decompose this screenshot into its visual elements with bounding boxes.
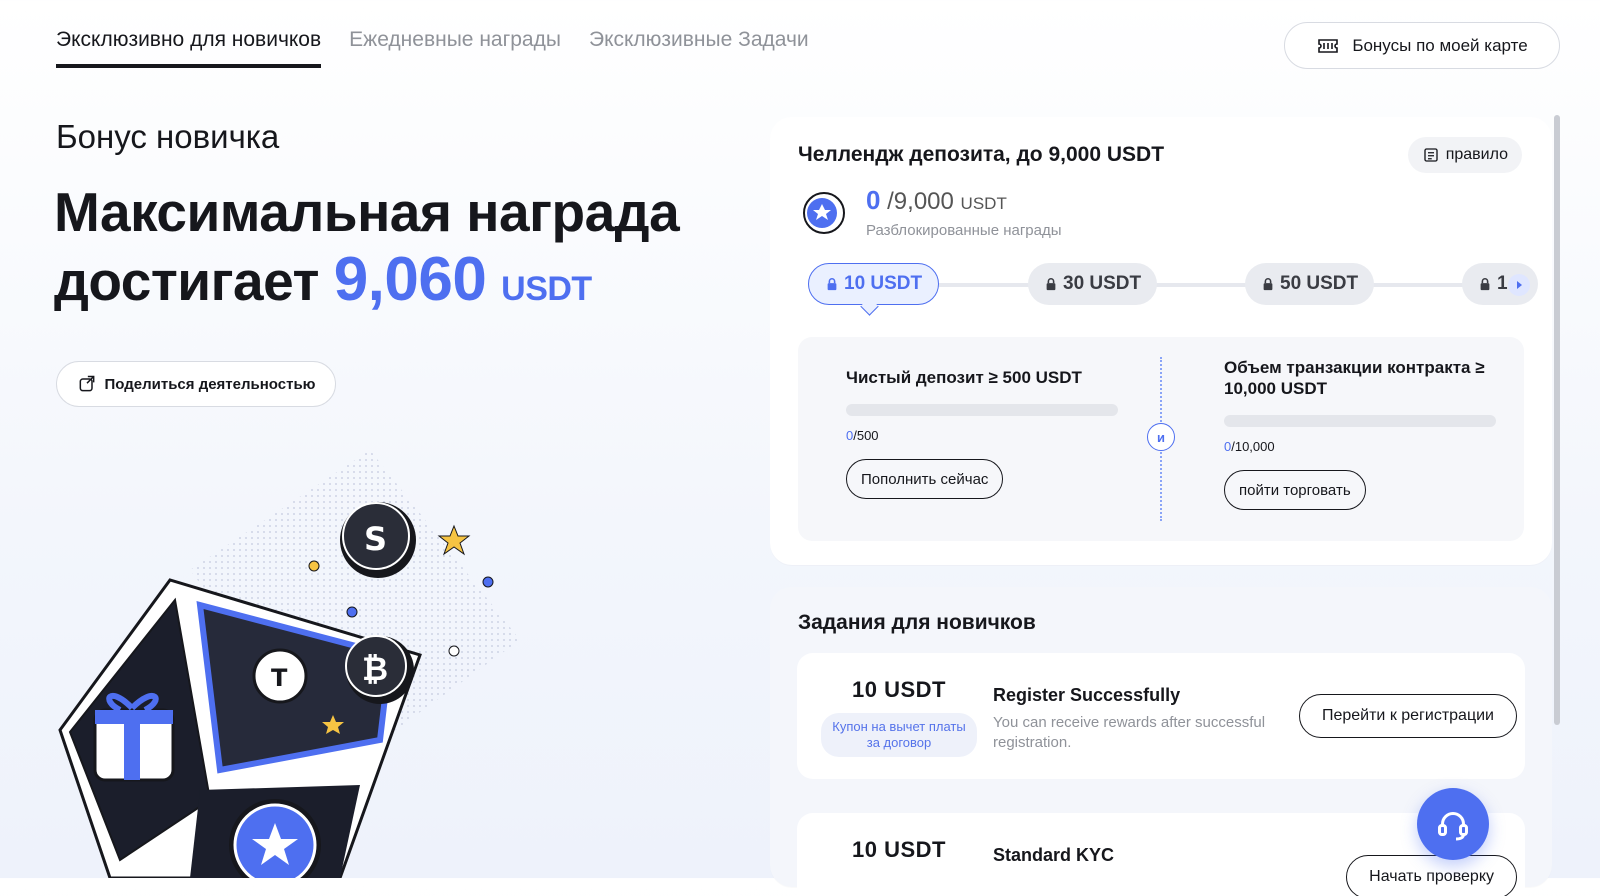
hero-prefix: достигает — [54, 250, 319, 312]
chevron-right-icon — [1517, 281, 1522, 289]
condition-contract-volume: Объем транзакции контракта ≥ 10,000 USDT… — [1224, 357, 1496, 510]
deposit-now-button[interactable]: Пополнить сейчас — [846, 459, 1004, 499]
milestone-label: 10 USDT — [844, 273, 923, 294]
start-verification-button[interactable]: Начать проверку — [1346, 855, 1517, 896]
reward-coin-icon — [803, 192, 845, 234]
condition-title: Чистый депозит ≥ 500 USDT — [846, 368, 1082, 387]
hero-line-2: достигает 9,060 USDT — [54, 246, 679, 323]
svg-text:T: T — [271, 664, 288, 692]
hero-amount: 9,060 — [333, 245, 487, 314]
tab-exclusive-tasks[interactable]: Эксклюзивные Задачи — [589, 28, 809, 68]
tab-daily-rewards[interactable]: Ежедневные награды — [349, 28, 561, 68]
task-tag: Купон на вычет платы за договор — [821, 713, 977, 757]
task-description: You can receive rewards after successful… — [993, 714, 1266, 751]
svg-text:₿: ₿ — [362, 650, 388, 688]
progress-value: 0 /9,000 USDT — [866, 185, 1062, 216]
share-icon — [79, 375, 94, 392]
document-icon — [1424, 148, 1438, 162]
task-amount: 10 USDT — [852, 677, 946, 702]
share-activity-label: Поделиться деятельностью — [104, 375, 316, 393]
go-trade-button[interactable]: пойти торговать — [1224, 470, 1366, 510]
svg-text:S: S — [364, 520, 387, 558]
task-amount: 10 USDT — [852, 837, 946, 862]
progress-current: 0 — [866, 185, 881, 215]
condition-title: Объем транзакции контракта ≥ 10,000 USDT — [1224, 358, 1485, 398]
lock-icon — [1480, 278, 1490, 291]
condition-value: 0/10,000 — [1224, 439, 1496, 454]
task-reward: 10 USDT — [821, 837, 977, 863]
ticket-icon — [1318, 38, 1339, 53]
milestone-label: 30 USDT — [1063, 273, 1142, 294]
milestone-label: 50 USDT — [1280, 273, 1359, 294]
task-name: Register Successfully — [993, 685, 1181, 705]
progress-caption: Разблокированные награды — [866, 222, 1062, 239]
condition-value: 0/500 — [846, 428, 1118, 443]
support-chat-button[interactable] — [1417, 788, 1489, 860]
card-bonus-label: Бонусы по моей карте — [1352, 35, 1528, 55]
condition-progress-bar — [1224, 415, 1496, 427]
headset-icon — [1438, 812, 1468, 841]
share-activity-button[interactable]: Поделиться деятельностью — [56, 361, 336, 407]
task-card: 10 USDT Купон на вычет платы за договор … — [797, 653, 1525, 779]
milestone-track: 10 USDT 30 USDT 50 USDT 1 — [808, 263, 1538, 315]
scrollbar[interactable] — [1554, 115, 1560, 725]
card-bonus-button[interactable]: Бонусы по моей карте — [1284, 22, 1560, 69]
condition-progress-bar — [846, 404, 1118, 416]
progress-max: /9,000 — [887, 188, 954, 215]
gift-cube-illustration: T ₿ S — [58, 450, 520, 878]
condition-net-deposit: Чистый депозит ≥ 500 USDT 0/500 Пополнит… — [846, 367, 1118, 499]
hero-line-1: Максимальная награда — [54, 181, 680, 243]
task-card: 10 USDT Standard KYC Начать проверку — [797, 813, 1525, 896]
tasks-title: Задания для новичков — [798, 611, 1036, 634]
lock-icon — [1046, 278, 1056, 291]
condition-target: /500 — [853, 428, 879, 443]
deposit-challenge-panel: Челлендж депозита, до 9,000 USDT правило… — [770, 117, 1552, 565]
deposit-conditions: Чистый депозит ≥ 500 USDT 0/500 Пополнит… — [798, 337, 1524, 541]
and-badge: и — [1147, 423, 1175, 451]
rules-label: правило — [1445, 146, 1508, 163]
hero-heading: Максимальная награда достигает 9,060 USD… — [54, 178, 680, 323]
tab-newcomer-exclusive[interactable]: Эксклюзивно для новичков — [56, 28, 322, 68]
rules-button[interactable]: правило — [1407, 137, 1522, 173]
task-reward: 10 USDT Купон на вычет платы за договор — [821, 677, 977, 757]
milestone-50[interactable]: 50 USDT — [1245, 263, 1375, 305]
hero-unit: USDT — [501, 270, 592, 308]
milestone-label: 1 — [1497, 273, 1508, 294]
condition-target: /10,000 — [1231, 439, 1275, 454]
page-subtitle: Бонус новичка — [56, 118, 280, 155]
lock-icon — [827, 278, 837, 291]
deposit-challenge-title: Челлендж депозита, до 9,000 USDT — [798, 143, 1165, 166]
milestone-30[interactable]: 30 USDT — [1028, 263, 1158, 305]
scroll-right-button[interactable] — [1508, 274, 1530, 296]
milestone-10[interactable]: 10 USDT — [808, 263, 940, 305]
go-register-button[interactable]: Перейти к регистрации — [1298, 694, 1517, 738]
lock-icon — [1263, 278, 1273, 291]
task-name: Standard KYC — [993, 845, 1115, 865]
progress-unit: USDT — [960, 194, 1007, 213]
reward-progress: 0 /9,000 USDT Разблокированные награды — [798, 185, 1062, 241]
tab-bar: Эксклюзивно для новичков Ежедневные нагр… — [56, 28, 809, 68]
